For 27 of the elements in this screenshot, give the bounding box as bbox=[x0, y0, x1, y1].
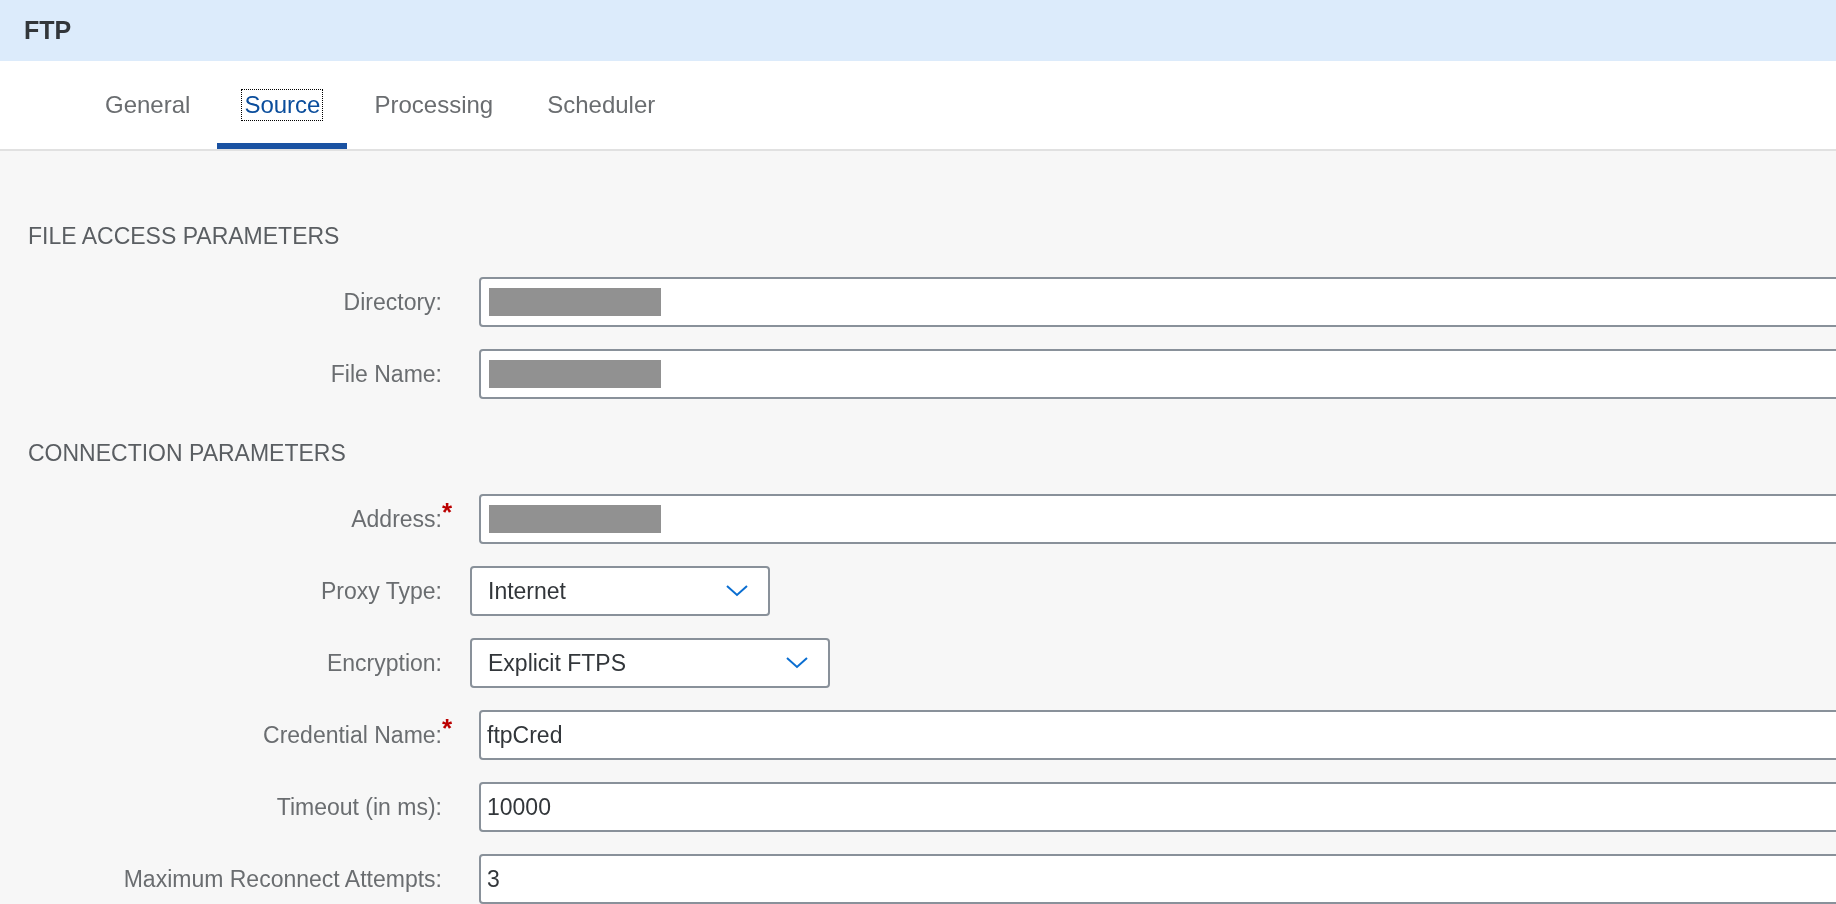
required-mark: * bbox=[442, 713, 453, 743]
section-heading: FILE ACCESS PARAMETERS bbox=[27, 223, 341, 250]
chevron-down-icon bbox=[786, 657, 809, 669]
tab[interactable]: Scheduler bbox=[520, 61, 683, 149]
field-label: Timeout (in ms): bbox=[275, 793, 442, 821]
field-label: Address: bbox=[350, 505, 442, 533]
section-heading: CONNECTION PARAMETERS bbox=[27, 440, 347, 467]
input-field[interactable] bbox=[479, 277, 1836, 327]
input-field[interactable]: ftpCred bbox=[479, 710, 1836, 760]
required-mark: * bbox=[442, 497, 453, 527]
field-label: Proxy Type: bbox=[319, 577, 442, 605]
field-label: Maximum Reconnect Attempts: bbox=[122, 865, 442, 893]
field-label: Credential Name: bbox=[262, 721, 442, 749]
dropdown[interactable]: Explicit FTPS bbox=[470, 638, 831, 688]
field-label: Encryption: bbox=[325, 649, 442, 677]
input-field[interactable] bbox=[479, 494, 1836, 544]
tab[interactable]: Source bbox=[217, 61, 348, 149]
input-field[interactable]: 10000 bbox=[479, 782, 1836, 832]
page-title: FTP bbox=[24, 16, 72, 45]
chevron-down-icon bbox=[726, 585, 748, 597]
dropdown[interactable]: Internet bbox=[470, 566, 770, 616]
input-field[interactable] bbox=[479, 349, 1836, 399]
tab[interactable]: Processing bbox=[347, 61, 521, 149]
field-label: File Name: bbox=[329, 360, 442, 388]
field-label: Directory: bbox=[342, 288, 442, 316]
tab[interactable]: General bbox=[78, 61, 218, 149]
input-field[interactable]: 3 bbox=[479, 854, 1836, 904]
